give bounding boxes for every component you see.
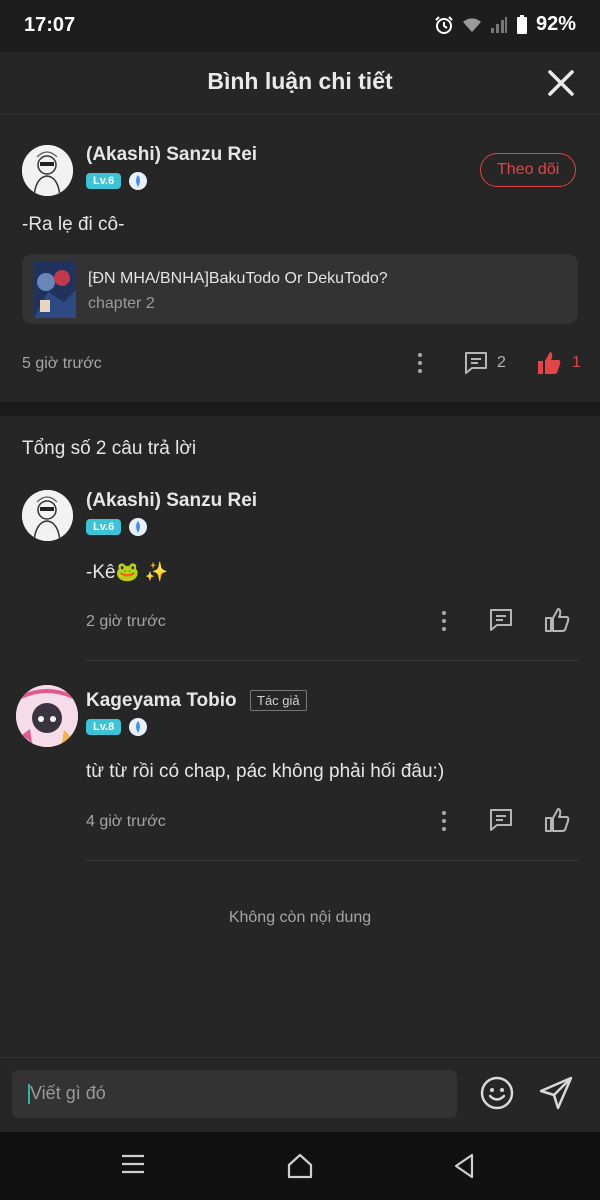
like-count: 1 <box>572 354 581 371</box>
avatar-image <box>16 685 78 747</box>
battery-percentage: 92% <box>535 13 576 35</box>
comment-icon <box>465 352 487 374</box>
reply-button[interactable] <box>488 807 514 838</box>
reply-time: 4 giờ trước <box>86 813 166 830</box>
level-badge: Lv.8 <box>86 719 122 735</box>
close-icon <box>548 70 574 96</box>
comment-time: 5 giờ trước <box>22 355 102 372</box>
menu-icon <box>122 1154 144 1174</box>
back-triangle-icon <box>454 1153 474 1179</box>
avatar-image <box>22 145 73 196</box>
end-of-content: Không còn nội dung <box>228 909 372 926</box>
home-icon <box>287 1153 313 1179</box>
more-vertical-icon <box>442 611 446 631</box>
home-button[interactable] <box>286 1152 314 1185</box>
verified-icon <box>129 718 148 736</box>
comment-text: -Ra lẹ đi cô- <box>22 214 125 235</box>
comment-input-container[interactable]: Viết gì đó <box>12 1070 457 1118</box>
reply-button[interactable] <box>488 607 514 638</box>
user-badges: Lv.6 <box>86 518 148 536</box>
close-button[interactable] <box>546 68 576 98</box>
comment-username[interactable]: (Akashi) Sanzu Rei <box>86 144 257 166</box>
send-icon <box>539 1076 573 1110</box>
replies-header: Tổng số 2 câu trả lời <box>22 438 197 459</box>
story-title: [ĐN MHA/BNHA]BakuTodo Or DekuTodo? <box>88 270 388 287</box>
divider <box>86 860 578 861</box>
user-badges: Lv.8 <box>86 718 148 736</box>
recent-apps-button[interactable] <box>120 1152 146 1181</box>
avatar-image <box>22 490 73 541</box>
reply-count: 2 <box>497 354 506 371</box>
avatar[interactable] <box>22 145 73 196</box>
thumbs-up-icon <box>545 608 570 632</box>
reply-text: từ từ rồi có chap, pác không phải hối đâ… <box>86 761 445 782</box>
comment-icon <box>490 809 512 831</box>
signal-icon <box>490 16 507 33</box>
thumbs-up-icon <box>545 808 570 832</box>
story-chapter: chapter 2 <box>88 295 155 312</box>
level-badge: Lv.6 <box>86 173 122 189</box>
story-cover <box>34 262 76 318</box>
verified-icon <box>129 518 148 536</box>
reply-time: 2 giờ trước <box>86 613 166 630</box>
verified-icon <box>129 172 148 190</box>
status-icons: 92% <box>434 13 576 36</box>
author-tag: Tác giả <box>250 690 307 711</box>
send-button[interactable] <box>538 1075 574 1116</box>
emoji-button[interactable] <box>479 1075 515 1116</box>
status-bar: 17:07 92% <box>0 0 600 52</box>
story-card[interactable]: [ĐN MHA/BNHA]BakuTodo Or DekuTodo? chapt… <box>22 254 578 324</box>
more-vertical-icon <box>418 353 422 373</box>
more-options-button[interactable] <box>410 352 430 374</box>
reply-avatar[interactable] <box>16 685 78 747</box>
reply-avatar[interactable] <box>22 490 73 541</box>
thumbs-up-filled-icon <box>538 352 561 374</box>
like-button[interactable]: 1 <box>536 350 581 376</box>
alarm-icon <box>435 15 453 34</box>
comment-icon <box>490 609 512 631</box>
status-time: 17:07 <box>24 14 76 36</box>
divider <box>86 660 578 661</box>
level-badge: Lv.6 <box>86 519 122 535</box>
section-separator <box>0 402 600 416</box>
more-options-button[interactable] <box>434 610 454 632</box>
system-nav-bar <box>0 1132 600 1200</box>
reply-text: -Kê🐸 ✨ <box>86 562 169 583</box>
header: Bình luận chi tiết <box>0 52 600 115</box>
user-badges: Lv.6 <box>86 172 148 190</box>
like-button[interactable] <box>544 807 570 838</box>
battery-icon <box>516 14 527 34</box>
reply-username[interactable]: (Akashi) Sanzu Rei <box>86 490 257 512</box>
reply-button[interactable]: 2 <box>463 350 506 376</box>
more-vertical-icon <box>442 811 446 831</box>
like-button[interactable] <box>544 607 570 638</box>
emoji-icon <box>480 1076 514 1110</box>
reply-username[interactable]: Kageyama Tobio <box>86 690 237 712</box>
comment-input[interactable]: Viết gì đó <box>30 1083 106 1104</box>
page-title: Bình luận chi tiết <box>207 68 393 94</box>
more-options-button[interactable] <box>434 810 454 832</box>
follow-button[interactable]: Theo dõi <box>480 153 577 187</box>
back-button[interactable] <box>452 1152 476 1185</box>
wifi-icon <box>462 17 481 32</box>
